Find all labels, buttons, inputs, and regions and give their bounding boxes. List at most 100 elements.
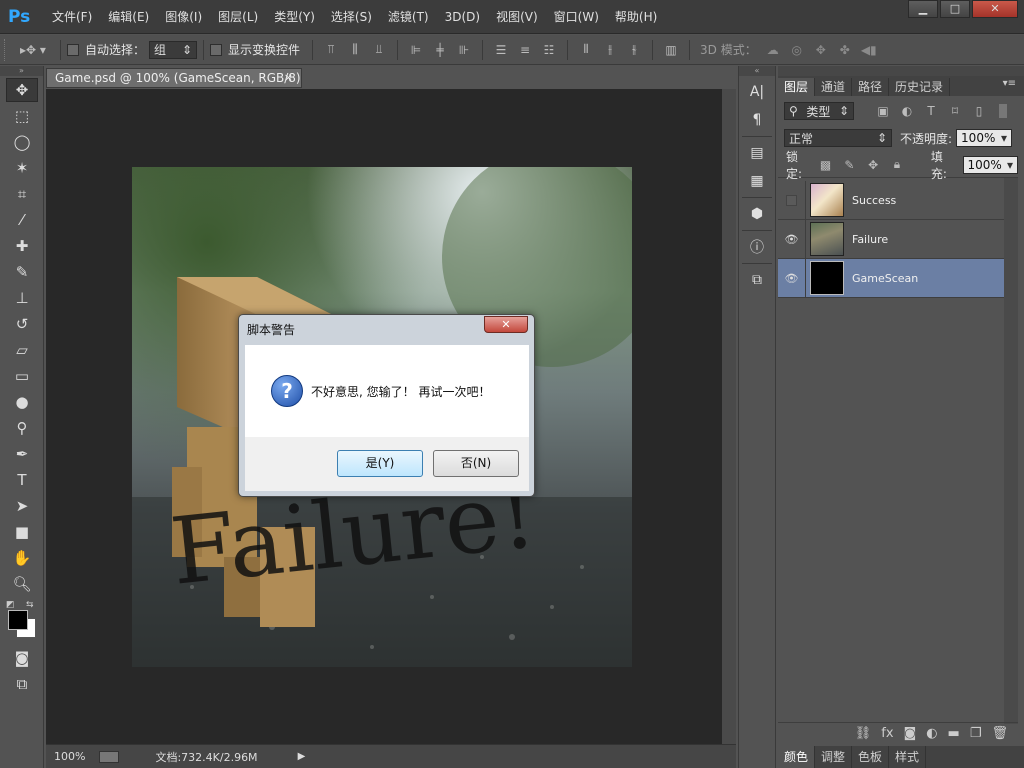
align-bottom-icon[interactable]: ⫫: [370, 41, 388, 59]
menu-filter[interactable]: 滤镜(T): [380, 0, 437, 34]
align-vcenter-icon[interactable]: ⫼: [346, 41, 364, 59]
3d-slide-icon[interactable]: ✤: [836, 41, 854, 59]
tab-history[interactable]: 历史记录: [889, 78, 951, 96]
yes-button[interactable]: 是(Y): [337, 450, 423, 477]
eye-icon[interactable]: 👁︎: [778, 258, 806, 298]
menu-view[interactable]: 视图(V): [488, 0, 546, 34]
3d-rotate-icon[interactable]: ☁: [764, 41, 782, 59]
panel-menu-icon[interactable]: ▾≡: [1003, 78, 1016, 89]
gradient-tool-icon[interactable]: ▭: [6, 364, 38, 388]
status-info-icon[interactable]: [99, 750, 120, 763]
menu-file[interactable]: 文件(F): [44, 0, 100, 34]
lock-position-icon[interactable]: ✥: [864, 156, 882, 174]
path-selection-tool-icon[interactable]: ➤: [6, 494, 38, 518]
eyedropper-tool-icon[interactable]: ⁄: [6, 208, 38, 232]
menu-edit[interactable]: 编辑(E): [100, 0, 157, 34]
blur-tool-icon[interactable]: ●: [6, 390, 38, 414]
quick-mask-icon[interactable]: ◙: [6, 646, 38, 670]
type-tool-icon[interactable]: T: [6, 468, 38, 492]
distribute-right-icon[interactable]: ⫳: [625, 41, 643, 59]
auto-align-icon[interactable]: ▥: [662, 41, 680, 59]
menu-help[interactable]: 帮助(H): [607, 0, 665, 34]
lock-pixels-icon[interactable]: ✎: [840, 156, 858, 174]
swap-colors-icon[interactable]: ⇆: [26, 600, 34, 610]
hand-tool-icon[interactable]: ✋: [6, 546, 38, 570]
layer-row-success[interactable]: Success: [778, 180, 1004, 220]
trash-icon[interactable]: 🗑︎: [991, 726, 1008, 741]
lasso-tool-icon[interactable]: ◯: [6, 130, 38, 154]
clone-stamp-tool-icon[interactable]: ⊥: [6, 286, 38, 310]
tab-layers[interactable]: 图层: [778, 78, 816, 96]
maximize-button[interactable]: □: [940, 0, 970, 18]
move-tool-preset-icon[interactable]: ▸✥ ▾: [15, 41, 51, 59]
adjustment-layer-icon[interactable]: ◐: [926, 726, 937, 741]
crop-tool-icon[interactable]: ⌗: [6, 182, 38, 206]
panel-grip[interactable]: [778, 66, 1024, 76]
close-window-button[interactable]: ✕: [972, 0, 1018, 18]
align-hcenter-icon[interactable]: ╪: [431, 41, 449, 59]
tools-grip[interactable]: »: [0, 66, 43, 76]
blend-mode-dropdown[interactable]: 正常 ⇕: [784, 129, 892, 147]
canvas-vertical-scrollbar[interactable]: [722, 89, 736, 744]
minimize-button[interactable]: ▁: [908, 0, 938, 18]
foreground-color-swatch[interactable]: [8, 610, 28, 630]
strip-grip[interactable]: «: [739, 66, 775, 76]
close-tab-icon[interactable]: ×: [284, 69, 293, 87]
brush-tool-icon[interactable]: ✎: [6, 260, 38, 284]
layer-row-failure[interactable]: 👁︎ Failure: [778, 219, 1004, 259]
distribute-top-icon[interactable]: ☰: [492, 41, 510, 59]
properties-panel-icon[interactable]: ▦: [744, 169, 770, 193]
visibility-toggle-off[interactable]: [778, 180, 806, 220]
no-button[interactable]: 否(N): [433, 450, 519, 477]
distribute-bottom-icon[interactable]: ☷: [540, 41, 558, 59]
align-top-icon[interactable]: ⫪: [322, 41, 340, 59]
eraser-tool-icon[interactable]: ▱: [6, 338, 38, 362]
link-layers-icon[interactable]: ⛓: [855, 726, 872, 741]
layers-scrollbar[interactable]: [1004, 178, 1018, 724]
tab-swatches[interactable]: 色板: [852, 746, 890, 768]
tab-styles[interactable]: 样式: [889, 746, 927, 768]
options-grip[interactable]: [4, 38, 12, 61]
auto-select-dropdown[interactable]: 组 ⇕: [149, 40, 198, 59]
3d-panel-icon[interactable]: ⬢: [744, 202, 770, 226]
tab-adjustments[interactable]: 调整: [815, 746, 853, 768]
filter-adjustment-icon[interactable]: ◐: [898, 102, 916, 120]
distribute-left-icon[interactable]: ⫴: [577, 41, 595, 59]
menu-layer[interactable]: 图层(L): [210, 0, 266, 34]
layer-comps-icon[interactable]: ⧉: [744, 268, 770, 292]
new-layer-icon[interactable]: ❐: [970, 726, 982, 741]
add-mask-icon[interactable]: ◙: [904, 726, 917, 741]
lock-all-icon[interactable]: 🔒︎: [888, 156, 906, 174]
layer-filter-dropdown[interactable]: ⚲ 类型 ⇕: [784, 102, 854, 120]
shape-tool-icon[interactable]: ■: [6, 520, 38, 544]
zoom-tool-icon[interactable]: 🔍︎: [6, 572, 38, 596]
info-panel-icon[interactable]: ⓘ: [744, 235, 770, 259]
paragraph-panel-icon[interactable]: ¶: [744, 108, 770, 132]
tab-paths[interactable]: 路径: [852, 78, 890, 96]
character-panel-icon[interactable]: A|: [744, 80, 770, 104]
menu-type[interactable]: 类型(Y): [266, 0, 323, 34]
menu-select[interactable]: 选择(S): [323, 0, 380, 34]
filter-pixel-icon[interactable]: ▣: [874, 102, 892, 120]
align-right-icon[interactable]: ⊪: [455, 41, 473, 59]
magic-wand-tool-icon[interactable]: ✶: [6, 156, 38, 180]
fill-input[interactable]: 100% ▾: [962, 155, 1018, 174]
lock-transparent-icon[interactable]: ▩: [817, 156, 835, 174]
history-brush-tool-icon[interactable]: ↺: [6, 312, 38, 336]
3d-pan-icon[interactable]: ✥: [812, 41, 830, 59]
3d-scale-icon[interactable]: ◀▮: [860, 41, 878, 59]
marquee-tool-icon[interactable]: ⬚: [6, 104, 38, 128]
dialog-close-button[interactable]: ✕: [484, 316, 528, 333]
distribute-hcenter-icon[interactable]: ⫲: [601, 41, 619, 59]
menu-image[interactable]: 图像(I): [157, 0, 210, 34]
layer-row-gamescean[interactable]: 👁︎ GameScean: [778, 258, 1004, 298]
screen-mode-icon[interactable]: ⧉: [6, 672, 38, 696]
pen-tool-icon[interactable]: ✒: [6, 442, 38, 466]
move-tool-icon[interactable]: ✥: [6, 78, 38, 102]
filter-shape-icon[interactable]: ⌑: [946, 102, 964, 120]
menu-window[interactable]: 窗口(W): [546, 0, 607, 34]
show-transform-checkbox[interactable]: [210, 43, 223, 56]
dodge-tool-icon[interactable]: ⚲: [6, 416, 38, 440]
tab-channels[interactable]: 通道: [815, 78, 853, 96]
notes-panel-icon[interactable]: ▤: [744, 141, 770, 165]
